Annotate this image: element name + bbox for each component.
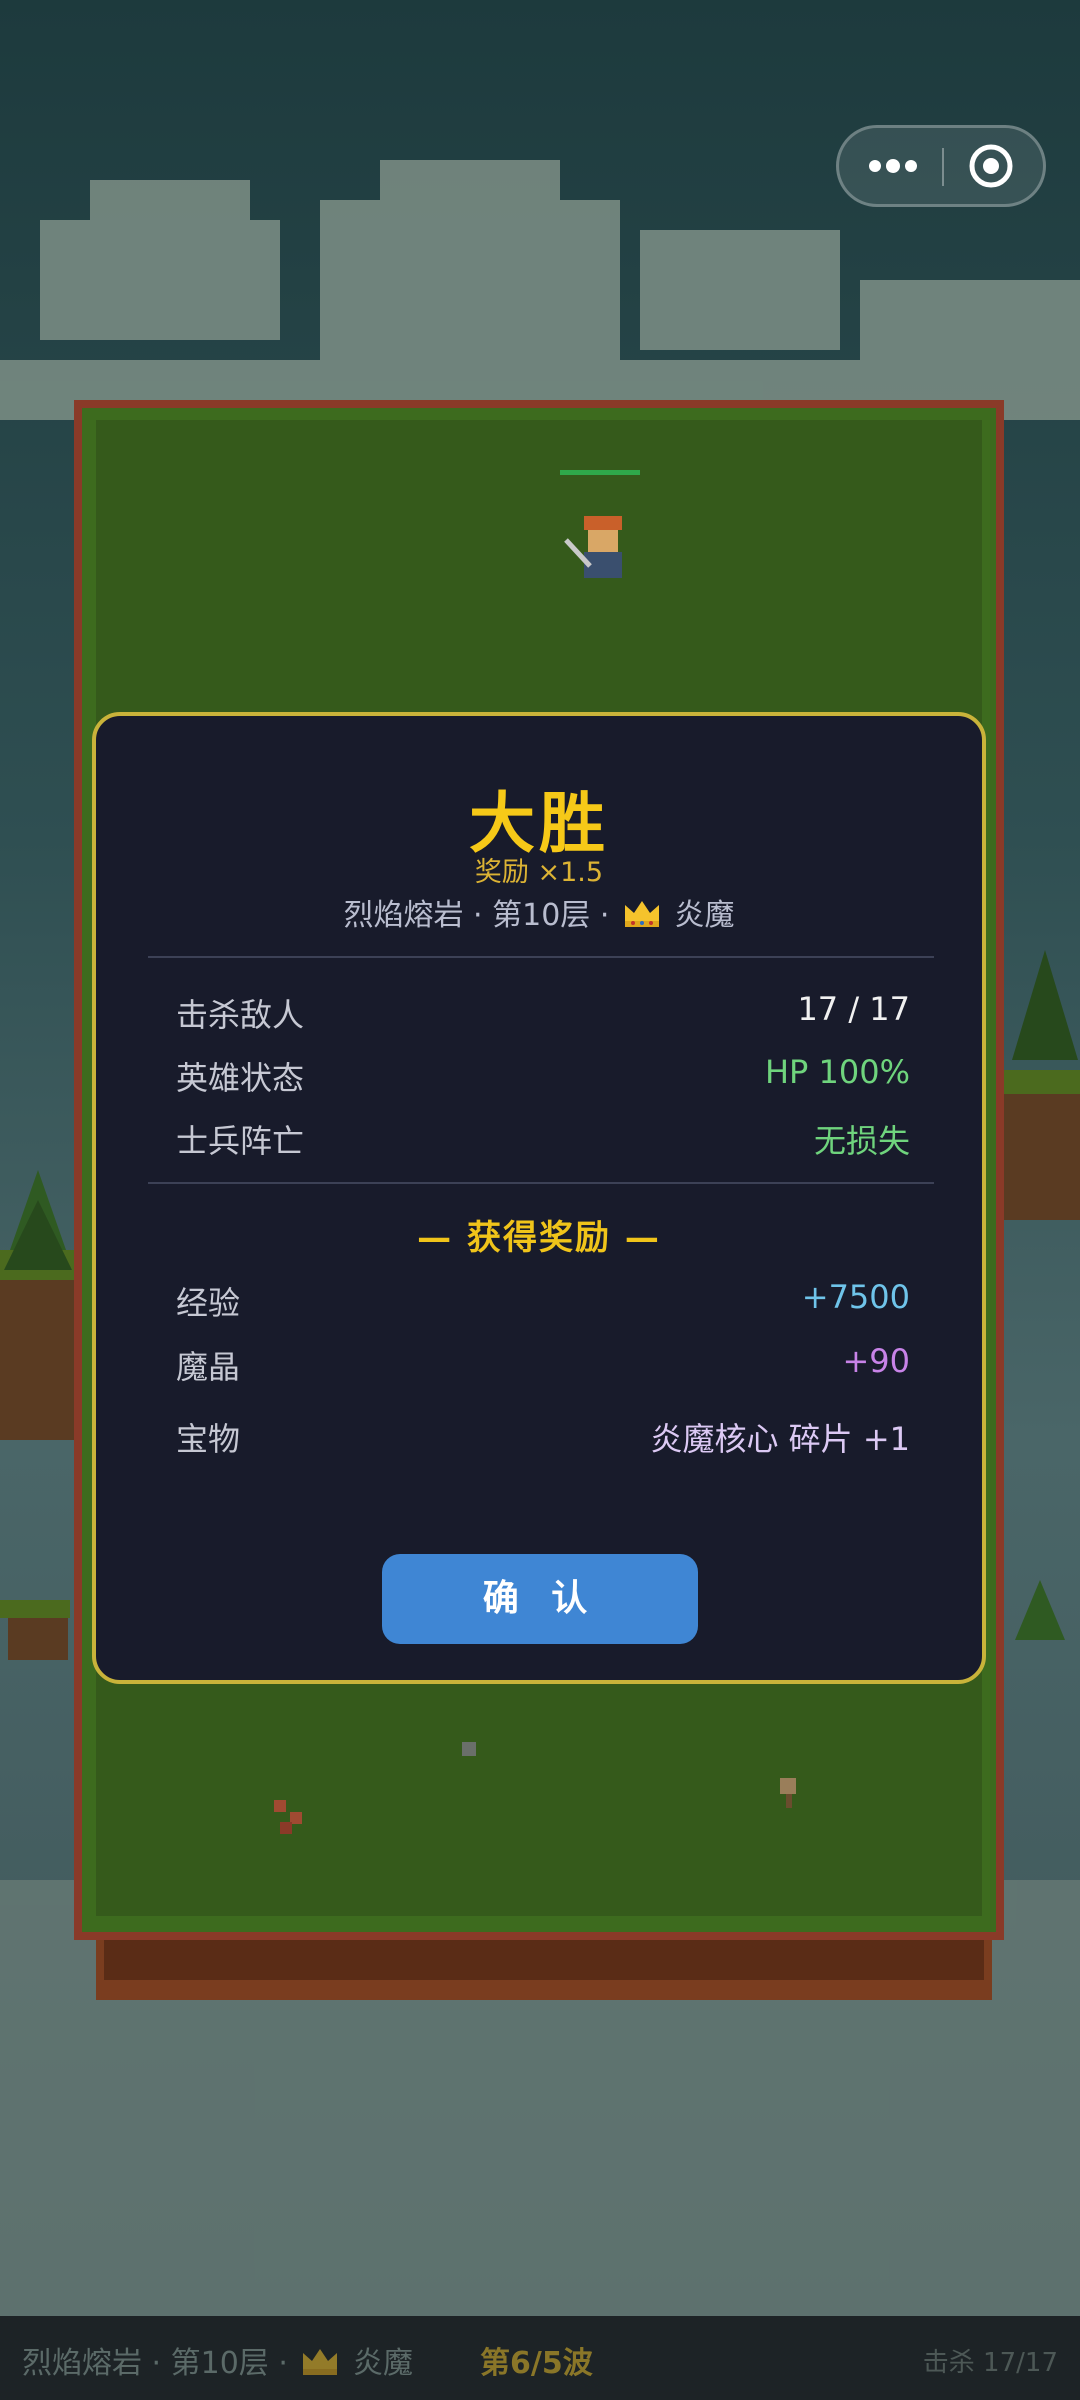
- more-dots-icon: [869, 159, 917, 173]
- kill-counter: 击杀 17/17: [922, 2348, 1058, 2378]
- reward-row: 魔晶 +90: [176, 1342, 910, 1386]
- reward-value: 炎魔核心 碎片 +1: [650, 1420, 910, 1458]
- reward-value: +90: [842, 1342, 910, 1380]
- reward-label: 经验: [176, 1284, 241, 1322]
- more-button[interactable]: [841, 128, 941, 204]
- reward-label: 宝物: [176, 1420, 241, 1458]
- battle-location: 烈焰熔岩 · 第10层 · 炎魔: [96, 890, 982, 934]
- stat-row: 击杀敌人 17 / 17: [176, 990, 910, 1034]
- reward-row: 经验 +7500: [176, 1278, 910, 1322]
- stat-row: 士兵阵亡 无损失: [176, 1116, 910, 1160]
- boss-name: 炎魔: [674, 898, 735, 933]
- stat-value: 无损失: [813, 1122, 910, 1160]
- wave-counter: 第6/5波: [480, 2346, 593, 2381]
- target-circle-icon: [969, 144, 1013, 188]
- stat-label: 击杀敌人: [176, 996, 305, 1034]
- divider: [148, 1182, 934, 1184]
- reward-label: 魔晶: [176, 1348, 241, 1386]
- reward-value: +7500: [801, 1278, 910, 1316]
- bottom-location-text: 烈焰熔岩 · 第10层 ·: [22, 2346, 288, 2381]
- close-button[interactable]: [943, 128, 1043, 204]
- crown-icon: [303, 2349, 338, 2375]
- reward-row: 宝物 炎魔核心 碎片 +1: [176, 1414, 910, 1458]
- bottom-status-bar: 烈焰熔岩 · 第10层 · 炎魔 第6/5波 击杀 17/17: [0, 2316, 1080, 2400]
- location-text: 烈焰熔岩 · 第10层 ·: [343, 898, 610, 933]
- stat-label: 英雄状态: [176, 1059, 305, 1097]
- confirm-button[interactable]: 确 认: [382, 1554, 698, 1644]
- divider: [148, 956, 934, 958]
- stat-value: 17 / 17: [797, 990, 910, 1028]
- stat-label: 士兵阵亡: [176, 1122, 305, 1160]
- stat-value: HP 100%: [764, 1053, 910, 1091]
- bottom-boss-name: 炎魔: [352, 2346, 413, 2381]
- stat-row: 英雄状态 HP 100%: [176, 1053, 910, 1097]
- bottom-location: 烈焰熔岩 · 第10层 · 炎魔: [22, 2338, 413, 2382]
- rewards-heading: — 获得奖励 —: [417, 1218, 661, 1258]
- mini-program-capsule: [836, 125, 1046, 207]
- victory-dialog: 大胜 奖励 ×1.5 烈焰熔岩 · 第10层 · 炎魔 击杀敌人 17 / 17 英…: [92, 712, 986, 1684]
- crown-icon: [624, 901, 659, 927]
- reward-multiplier: 奖励 ×1.5: [474, 857, 604, 888]
